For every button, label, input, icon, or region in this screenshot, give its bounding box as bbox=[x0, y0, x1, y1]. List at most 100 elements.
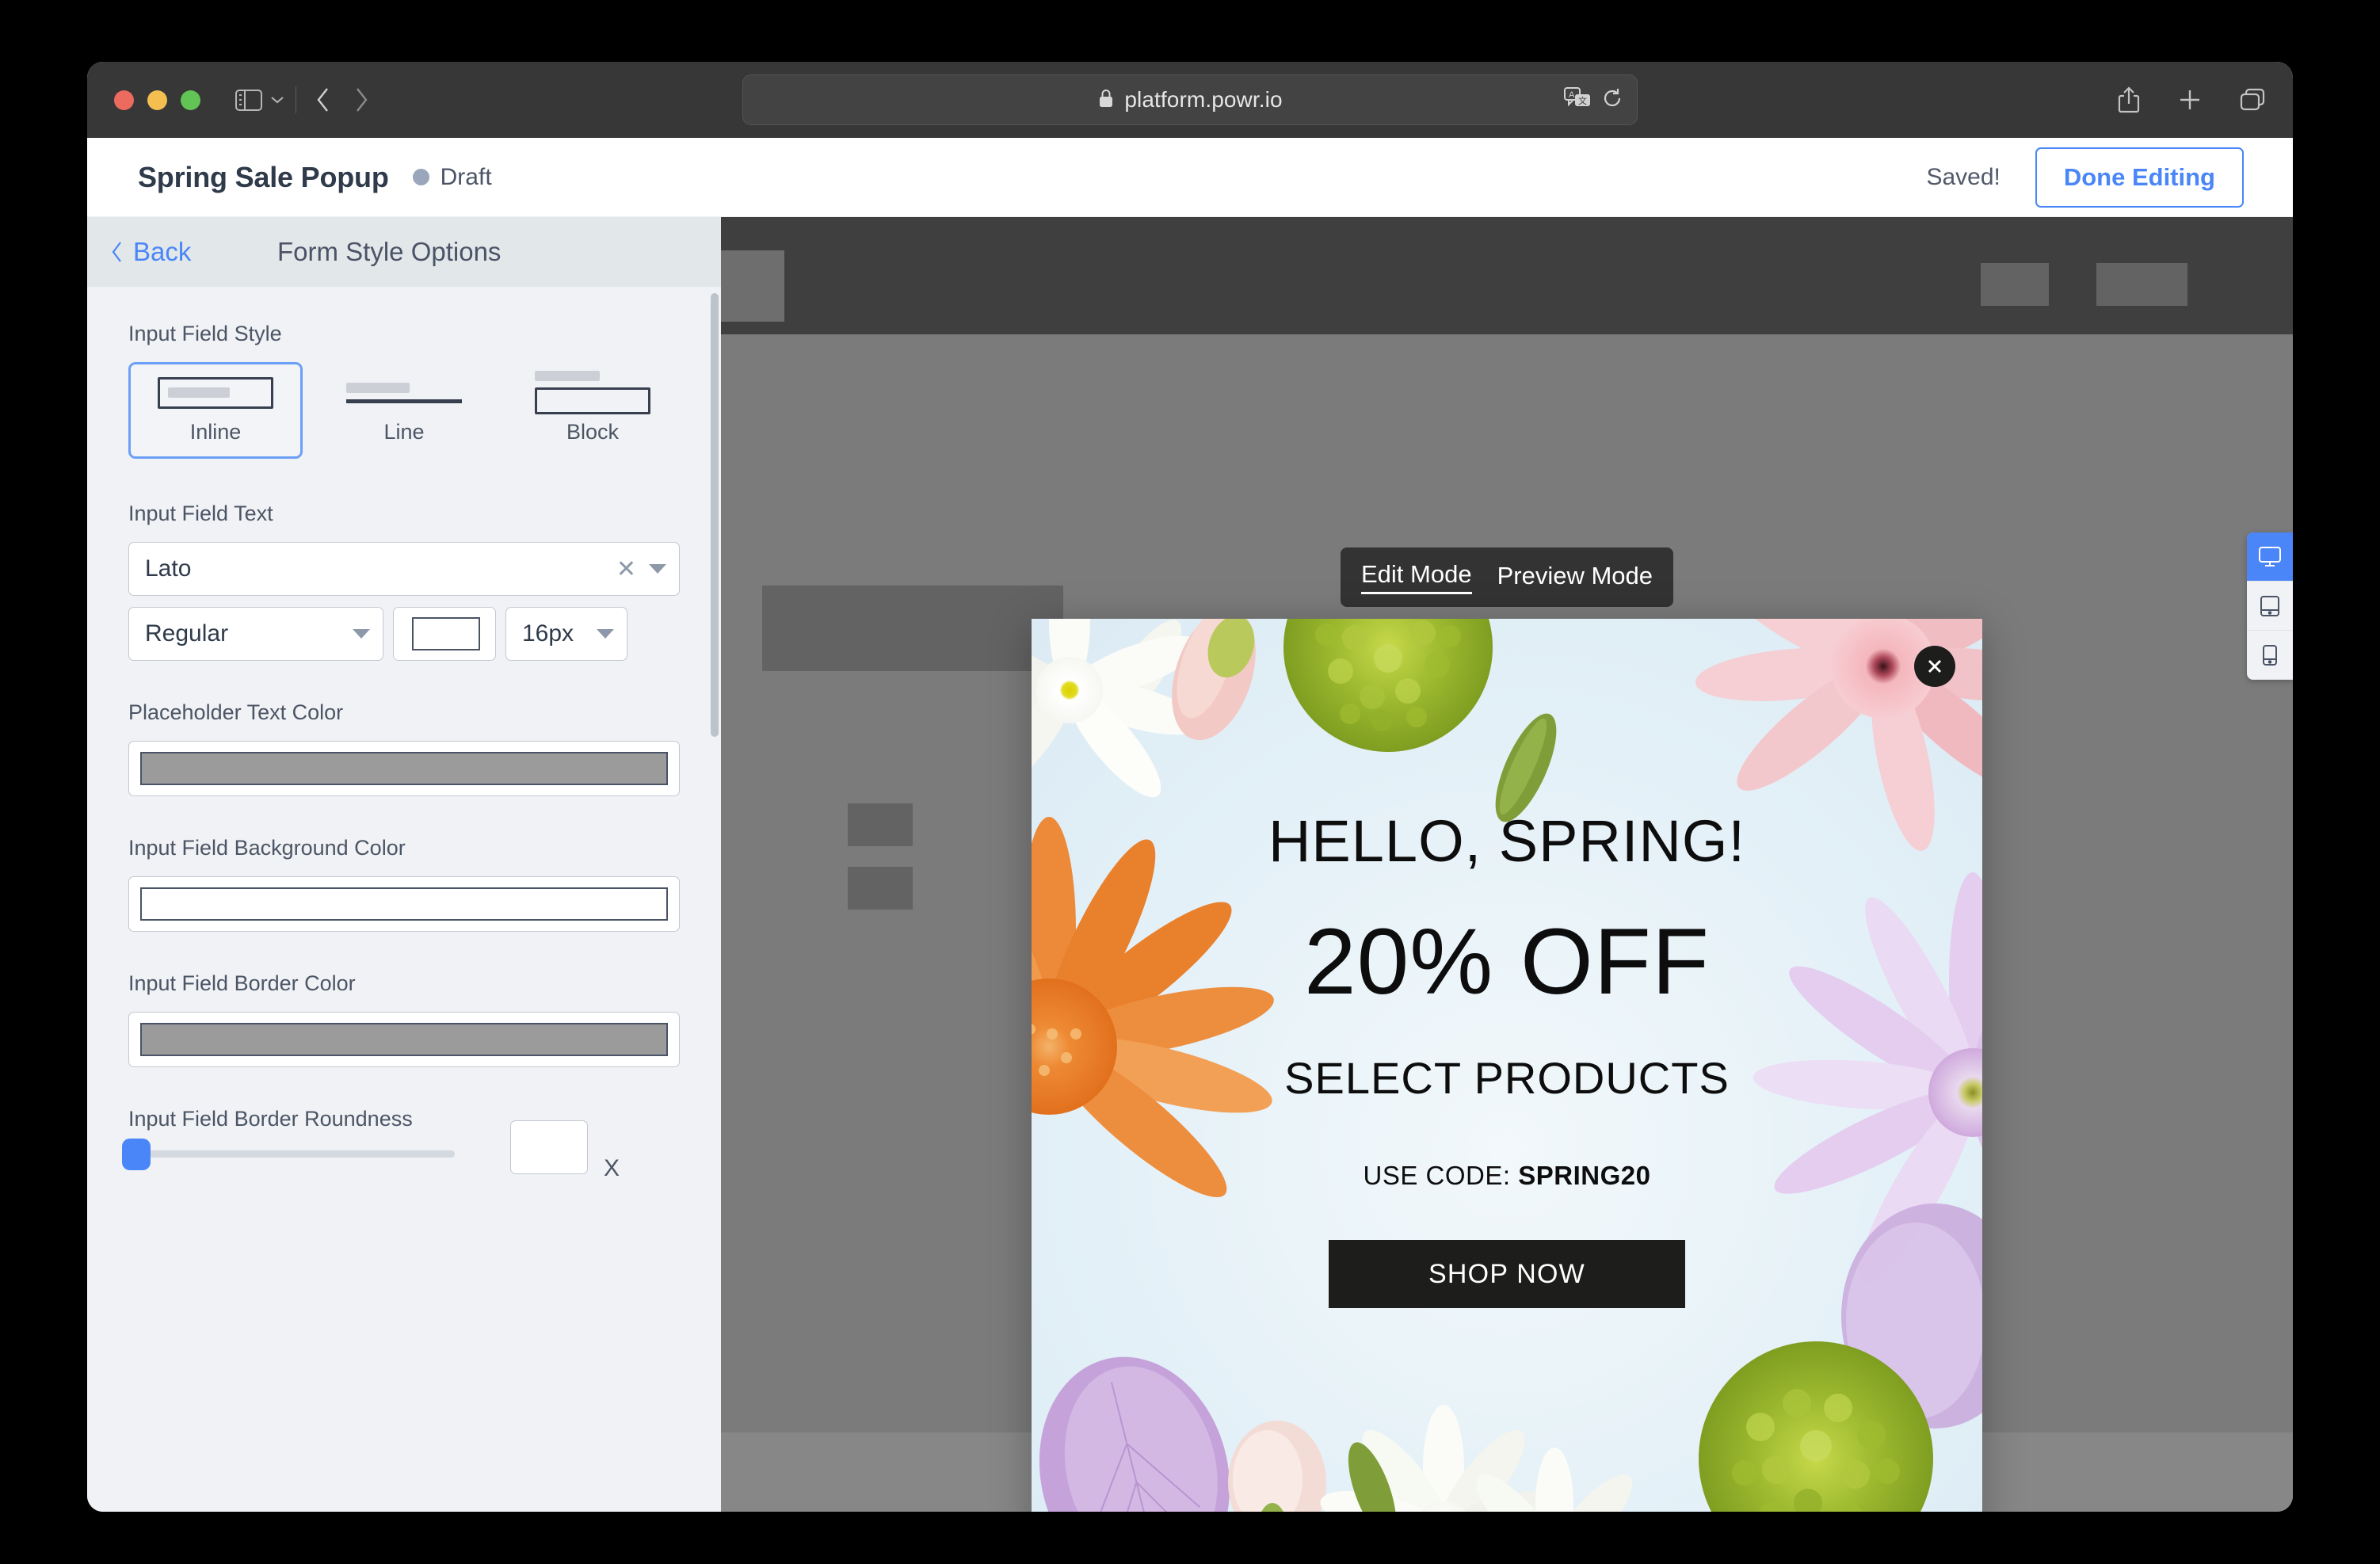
font-size-select[interactable]: 16px bbox=[505, 607, 627, 661]
saved-status-text: Saved! bbox=[1926, 163, 2000, 190]
back-button[interactable]: Back bbox=[111, 237, 261, 267]
desktop-icon bbox=[2259, 546, 2281, 566]
sidebar-toggle-icon[interactable] bbox=[232, 86, 265, 113]
device-tablet-button[interactable] bbox=[2247, 582, 2293, 631]
input-field-border-color-swatch bbox=[140, 1023, 668, 1056]
font-size-value: 16px bbox=[522, 620, 574, 647]
svg-text:A: A bbox=[1569, 90, 1575, 100]
back-chevron-icon bbox=[112, 242, 121, 262]
block-preview-icon bbox=[535, 371, 650, 414]
style-options-panel: Back Form Style Options Input Field Styl… bbox=[87, 217, 721, 1512]
tab-edit-mode[interactable]: Edit Mode bbox=[1361, 560, 1472, 594]
panel-header: Back Form Style Options bbox=[87, 217, 721, 287]
input-field-background-color-swatch bbox=[140, 887, 668, 921]
placeholder-text-color-swatch bbox=[140, 752, 668, 785]
style-option-inline[interactable]: Inline bbox=[128, 362, 303, 459]
border-roundness-number-input[interactable] bbox=[510, 1120, 588, 1174]
font-family-select[interactable]: Lato ✕ bbox=[128, 542, 680, 596]
font-family-value: Lato bbox=[145, 555, 192, 582]
input-field-text-label: Input Field Text bbox=[128, 502, 273, 525]
tablet-icon bbox=[2260, 595, 2279, 616]
panel-content: Input Field Style Inline Line Block Inpu… bbox=[87, 287, 721, 1181]
border-roundness-unit: X bbox=[604, 1155, 620, 1181]
popup-promo-code: USE CODE: SPRING20 bbox=[1364, 1161, 1651, 1191]
mock-placeholder-block bbox=[762, 586, 1063, 671]
close-icon bbox=[1928, 659, 1942, 673]
browser-toolbar: platform.powr.io A 文 bbox=[87, 62, 2293, 138]
popup-heading: HELLO, SPRING! bbox=[1268, 808, 1746, 874]
border-roundness-slider[interactable] bbox=[122, 1138, 455, 1170]
status-dot-icon bbox=[412, 169, 429, 185]
share-icon[interactable] bbox=[2117, 86, 2141, 114]
input-field-style-label: Input Field Style bbox=[128, 322, 282, 345]
popup-discount: 20% OFF bbox=[1304, 910, 1710, 1014]
mode-toggle: Edit Mode Preview Mode bbox=[1341, 547, 1673, 607]
popup-close-button[interactable] bbox=[1914, 646, 1955, 687]
translate-icon[interactable]: A 文 bbox=[1564, 86, 1591, 113]
shop-now-button[interactable]: SHOP NOW bbox=[1329, 1240, 1685, 1308]
app-header: Spring Sale Popup Draft Saved! Done Edit… bbox=[87, 138, 2293, 217]
slider-thumb[interactable] bbox=[122, 1138, 151, 1170]
style-option-block[interactable]: Block bbox=[505, 362, 680, 459]
mock-placeholder-block bbox=[848, 867, 913, 910]
placeholder-text-color-field[interactable] bbox=[128, 741, 680, 796]
tab-overview-icon[interactable] bbox=[2239, 87, 2266, 113]
font-weight-value: Regular bbox=[145, 620, 229, 647]
mobile-icon bbox=[2263, 644, 2277, 666]
clear-icon[interactable]: ✕ bbox=[616, 555, 636, 583]
style-option-line[interactable]: Line bbox=[317, 362, 491, 459]
status-label: Draft bbox=[440, 163, 492, 190]
close-window-button[interactable] bbox=[114, 90, 134, 110]
address-bar[interactable]: platform.powr.io A 文 bbox=[742, 74, 1638, 125]
device-desktop-button[interactable] bbox=[2247, 532, 2293, 582]
popup-content: HELLO, SPRING! 20% OFF SELECT PRODUCTS U… bbox=[1032, 619, 1982, 1512]
input-field-border-color-label: Input Field Border Color bbox=[128, 971, 356, 995]
inline-preview-icon bbox=[158, 376, 273, 409]
back-label: Back bbox=[133, 237, 192, 266]
input-field-background-color-label: Input Field Background Color bbox=[128, 836, 406, 860]
font-color-swatch bbox=[412, 617, 480, 650]
border-roundness-slider-row: X bbox=[122, 1120, 680, 1181]
lock-icon bbox=[1097, 88, 1115, 113]
mock-placeholder-block bbox=[1981, 263, 2049, 306]
chevron-down-icon bbox=[649, 564, 666, 574]
popup-promo-prefix: USE CODE: bbox=[1363, 1161, 1519, 1190]
style-option-line-label: Line bbox=[383, 419, 425, 444]
back-chevron-icon[interactable] bbox=[304, 82, 342, 117]
popup-promo-value: SPRING20 bbox=[1518, 1161, 1651, 1190]
panel-title: Form Style Options bbox=[277, 237, 502, 266]
reload-icon[interactable] bbox=[1602, 87, 1623, 113]
mock-placeholder-block bbox=[721, 250, 784, 322]
maximize-window-button[interactable] bbox=[181, 90, 200, 110]
input-field-background-color-field[interactable] bbox=[128, 876, 680, 932]
device-switcher bbox=[2247, 532, 2293, 680]
window-controls bbox=[114, 90, 200, 110]
browser-window: platform.powr.io A 文 Spring Sale Popup D… bbox=[87, 62, 2293, 1512]
minimize-window-button[interactable] bbox=[147, 90, 167, 110]
status-badge: Draft bbox=[412, 163, 492, 191]
placeholder-text-color-label: Placeholder Text Color bbox=[128, 700, 344, 724]
preview-canvas: Edit Mode Preview Mode HELLO, SPRING! 20… bbox=[721, 217, 2293, 1512]
style-option-block-label: Block bbox=[566, 419, 620, 444]
plus-icon[interactable] bbox=[2177, 87, 2203, 113]
popup-preview: HELLO, SPRING! 20% OFF SELECT PRODUCTS U… bbox=[1032, 619, 1982, 1512]
font-controls-row: Regular 16px bbox=[128, 607, 680, 661]
app-body: Back Form Style Options Input Field Styl… bbox=[87, 217, 2293, 1512]
chevron-down-icon bbox=[353, 629, 370, 639]
popup-subheading: SELECT PRODUCTS bbox=[1284, 1053, 1730, 1103]
done-editing-button[interactable]: Done Editing bbox=[2035, 147, 2244, 208]
mock-site-topbar bbox=[721, 217, 2293, 334]
url-text: platform.powr.io bbox=[1124, 87, 1283, 112]
toolbar-right-actions bbox=[2117, 86, 2266, 114]
tab-preview-mode[interactable]: Preview Mode bbox=[1497, 562, 1653, 593]
font-color-swatch-button[interactable] bbox=[393, 607, 496, 661]
chevron-down-icon[interactable] bbox=[267, 86, 288, 113]
panel-scrollbar[interactable] bbox=[711, 293, 719, 737]
input-field-border-roundness-label: Input Field Border Roundness bbox=[128, 1107, 413, 1131]
svg-text:文: 文 bbox=[1578, 95, 1587, 106]
font-weight-select[interactable]: Regular bbox=[128, 607, 383, 661]
input-field-border-color-field[interactable] bbox=[128, 1012, 680, 1067]
forward-chevron-icon[interactable] bbox=[342, 82, 380, 117]
device-mobile-button[interactable] bbox=[2247, 631, 2293, 680]
page-title: Spring Sale Popup bbox=[138, 160, 389, 193]
